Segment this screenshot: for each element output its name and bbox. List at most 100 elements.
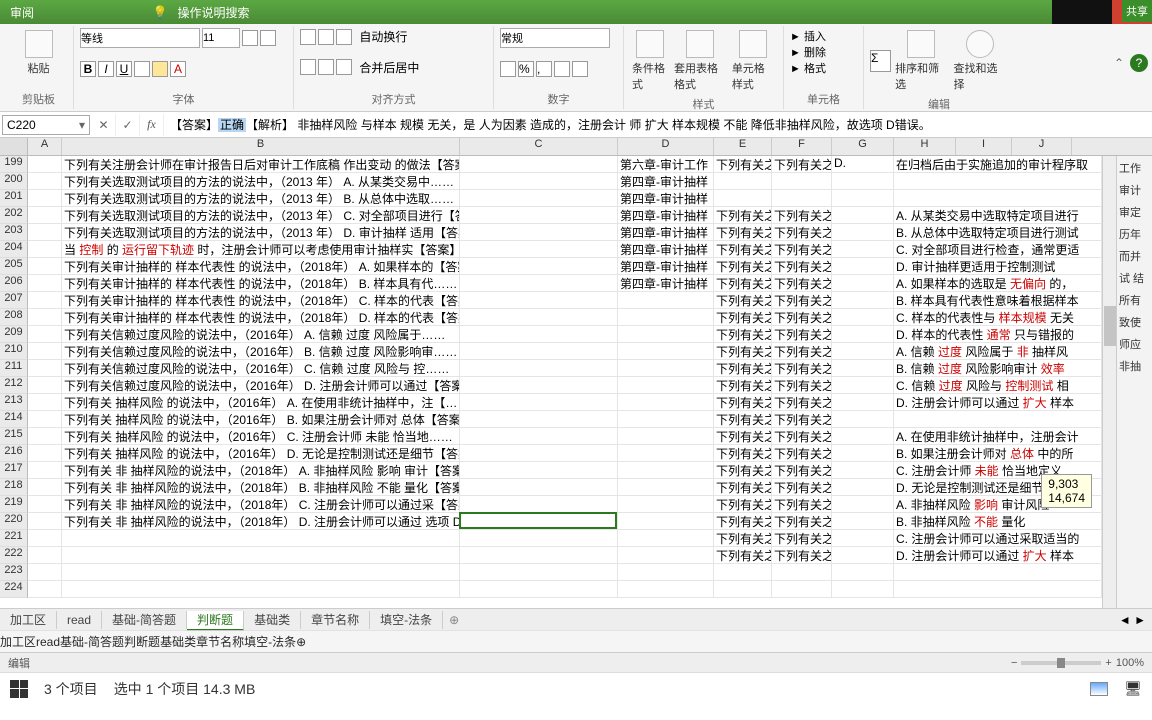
cell-B209[interactable]: 下列有关信赖过度风险的说法中，（2016年） A. 信赖 过度 风险属于……: [62, 326, 460, 342]
cell-H212[interactable]: C. 信赖 过度 风险与 控制测试 相: [894, 377, 1102, 393]
cell-D205[interactable]: 第四章-审计抽样: [618, 258, 714, 274]
cell-C202[interactable]: [460, 207, 618, 223]
cell-B205[interactable]: 下列有关审计抽样的 样本代表性 的说法中，（2018年） A. 如果样本的【答案…: [62, 258, 460, 274]
cell-F209[interactable]: 下列有关之: [772, 326, 832, 342]
cell-A219[interactable]: [28, 496, 62, 512]
cancel-edit-button[interactable]: ✕: [92, 114, 116, 136]
cell-H209[interactable]: D. 样本的代表性 通常 只与错报的: [894, 326, 1102, 342]
cell-G200[interactable]: [832, 173, 894, 189]
cell-F205[interactable]: 下列有关之: [772, 258, 832, 274]
row-header-219[interactable]: 219: [0, 496, 28, 513]
cell-C217[interactable]: [460, 462, 618, 478]
sheet-tab-判断题[interactable]: 判断题: [187, 611, 244, 631]
cell-E207[interactable]: 下列有关之: [714, 292, 772, 308]
cell-B219[interactable]: 下列有关 非 抽样风险的说法中，（2018年） C. 注册会计师可以通过采【答案…: [62, 496, 460, 512]
cell-D201[interactable]: 第四章-审计抽样: [618, 190, 714, 206]
paste-button[interactable]: 粘贴: [10, 28, 67, 78]
cell-F220[interactable]: 下列有关之: [772, 513, 832, 529]
cell-H203[interactable]: B. 从总体中选取特定项目进行测试: [894, 224, 1102, 240]
cell-B221[interactable]: [62, 530, 460, 546]
cell-D215[interactable]: [618, 428, 714, 444]
cell-B224[interactable]: [62, 581, 460, 597]
cell-A206[interactable]: [28, 275, 62, 291]
cell-G213[interactable]: [832, 394, 894, 410]
hscroll-left[interactable]: ◄: [1119, 613, 1131, 627]
row-header-202[interactable]: 202: [0, 207, 28, 224]
sheet-tab-填空-法条[interactable]: 填空-法条: [244, 635, 296, 649]
cell-E202[interactable]: 下列有关之: [714, 207, 772, 223]
tellme-search[interactable]: 操作说明搜索: [167, 0, 259, 24]
dec-dec-button[interactable]: [572, 61, 588, 77]
cell-C209[interactable]: [460, 326, 618, 342]
sheet-tab-加工区[interactable]: 加工区: [0, 611, 57, 629]
cell-A210[interactable]: [28, 343, 62, 359]
sheet-tab-加工区[interactable]: 加工区: [0, 635, 36, 649]
inc-dec-button[interactable]: [554, 61, 570, 77]
cell-G215[interactable]: [832, 428, 894, 444]
cell-G203[interactable]: [832, 224, 894, 240]
cell-F203[interactable]: 下列有关之: [772, 224, 832, 240]
row-header-224[interactable]: 224: [0, 581, 28, 598]
cell-G214[interactable]: [832, 411, 894, 427]
cell-F213[interactable]: 下列有关之: [772, 394, 832, 410]
cell-A199[interactable]: [28, 156, 62, 172]
cell-D202[interactable]: 第四章-审计抽样: [618, 207, 714, 223]
vertical-scrollbar[interactable]: [1102, 156, 1116, 608]
cell-G207[interactable]: [832, 292, 894, 308]
cell-G211[interactable]: [832, 360, 894, 376]
cell-E222[interactable]: 下列有关之: [714, 547, 772, 563]
col-header-J[interactable]: J: [1012, 138, 1072, 155]
cell-A203[interactable]: [28, 224, 62, 240]
delete-cells-button[interactable]: ► 删除: [790, 44, 857, 60]
cell-H214[interactable]: [894, 411, 1102, 427]
row-header-211[interactable]: 211: [0, 360, 28, 377]
cell-D222[interactable]: [618, 547, 714, 563]
row-header-212[interactable]: 212: [0, 377, 28, 394]
cell-E203[interactable]: 下列有关之: [714, 224, 772, 240]
zoom-out-button[interactable]: −: [1011, 657, 1017, 669]
cell-C205[interactable]: [460, 258, 618, 274]
cell-A202[interactable]: [28, 207, 62, 223]
cell-E221[interactable]: 下列有关之: [714, 530, 772, 546]
cell-D214[interactable]: [618, 411, 714, 427]
cell-B212[interactable]: 下列有关信赖过度风险的说法中，（2016年） D. 注册会计师可以通过【答案】 …: [62, 377, 460, 393]
tray-monitor-icon[interactable]: 🖥: [1124, 680, 1142, 697]
cell-F202[interactable]: 下列有关之: [772, 207, 832, 223]
row-header-208[interactable]: 208: [0, 309, 28, 326]
cell-H206[interactable]: A. 如果样本的选取是 无偏向 的，: [894, 275, 1102, 291]
cell-G218[interactable]: [832, 479, 894, 495]
cell-E215[interactable]: 下列有关之: [714, 428, 772, 444]
cell-H223[interactable]: [894, 564, 1102, 580]
cell-H215[interactable]: A. 在使用非统计抽样中，注册会计: [894, 428, 1102, 444]
wrap-text-button[interactable]: 自动换行: [359, 28, 407, 45]
cell-B207[interactable]: 下列有关审计抽样的 样本代表性 的说法中，（2018年） C. 样本的代表【答案…: [62, 292, 460, 308]
cell-C224[interactable]: [460, 581, 618, 597]
col-header-D[interactable]: D: [618, 138, 714, 155]
cell-F218[interactable]: 下列有关之: [772, 479, 832, 495]
cell-A213[interactable]: [28, 394, 62, 410]
cell-A222[interactable]: [28, 547, 62, 563]
col-header-G[interactable]: G: [832, 138, 894, 155]
shrink-font-button[interactable]: [260, 30, 276, 46]
font-color-button[interactable]: A: [170, 61, 186, 77]
cell-D213[interactable]: [618, 394, 714, 410]
cell-C203[interactable]: [460, 224, 618, 240]
align-center[interactable]: [318, 59, 334, 75]
cell-A211[interactable]: [28, 360, 62, 376]
menu-审阅[interactable]: 审阅: [0, 0, 143, 24]
row-header-218[interactable]: 218: [0, 479, 28, 496]
cell-C222[interactable]: [460, 547, 618, 563]
cell-F208[interactable]: 下列有关之: [772, 309, 832, 325]
cell-G209[interactable]: [832, 326, 894, 342]
cell-B202[interactable]: 下列有关选取测试项目的方法的说法中，（2013 年） C. 对全部项目进行【答案…: [62, 207, 460, 223]
cell-G206[interactable]: [832, 275, 894, 291]
row-header-206[interactable]: 206: [0, 275, 28, 292]
cell-D211[interactable]: [618, 360, 714, 376]
cell-E220[interactable]: 下列有关之: [714, 513, 772, 529]
cell-B220[interactable]: 下列有关 非 抽样风险的说法中，（2018年） D. 注册会计师可以通过 选项 …: [62, 513, 460, 529]
cell-E216[interactable]: 下列有关之: [714, 445, 772, 461]
cell-D206[interactable]: 第四章-审计抽样: [618, 275, 714, 291]
cell-D221[interactable]: [618, 530, 714, 546]
cell-G202[interactable]: [832, 207, 894, 223]
underline-button[interactable]: U: [116, 61, 132, 77]
